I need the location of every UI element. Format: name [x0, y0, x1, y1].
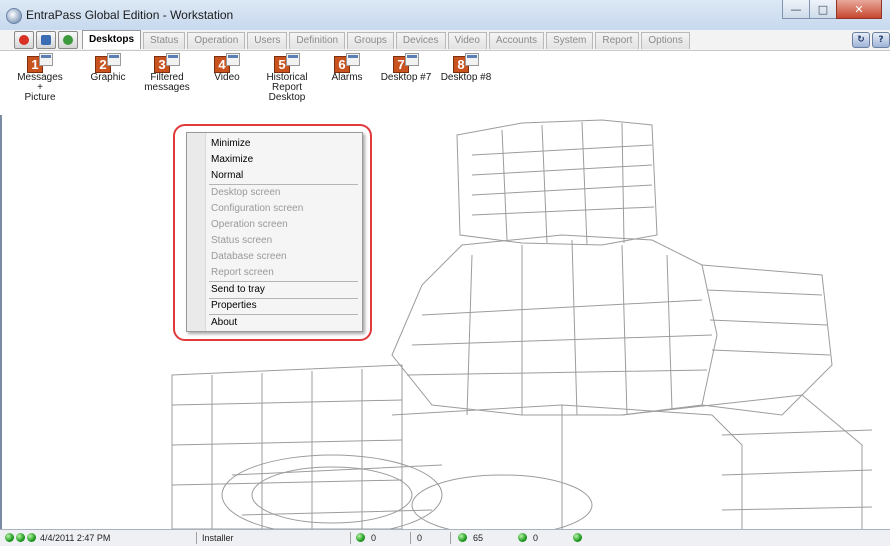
menu-item-send-to-tray[interactable]: Send to tray	[211, 284, 265, 295]
tab-system[interactable]: System	[546, 32, 594, 49]
tab-devices[interactable]: Devices	[395, 32, 446, 49]
status-count-b: 0	[417, 533, 423, 543]
desktop-label: Video	[214, 72, 240, 83]
connection-icon[interactable]: ↻	[852, 32, 870, 48]
desktop-button-7[interactable]: 7 Desktop #7	[378, 53, 434, 83]
app-icon[interactable]	[6, 8, 22, 24]
status-divider	[196, 532, 197, 544]
maximize-window-button[interactable]: □	[809, 0, 837, 19]
desktop-icon: 3	[154, 53, 180, 73]
desktop-label: Messages + Picture	[17, 72, 63, 103]
status-led-icon	[356, 533, 365, 542]
status-led-icon	[458, 533, 467, 542]
menu-item-about[interactable]: About	[211, 317, 237, 328]
menu-item-maximize[interactable]: Maximize	[211, 154, 253, 165]
tab-desktops[interactable]: Desktops	[82, 30, 142, 49]
status-divider	[350, 532, 351, 544]
desktop-icon: 8	[453, 53, 479, 73]
window-controls: — □ ✕	[782, 0, 882, 19]
tab-status[interactable]: Status	[143, 32, 186, 49]
status-led-icon	[518, 533, 527, 542]
tab-users[interactable]: Users	[247, 32, 288, 49]
menu-item-desktop-screen: Desktop screen	[211, 187, 281, 198]
menu-separator	[209, 281, 358, 282]
desktop-icon: 4	[214, 53, 240, 73]
building-sketch-background	[171, 119, 873, 529]
status-count-c: 65	[473, 533, 484, 543]
menu-separator	[209, 298, 358, 299]
desktops-ribbon: 1 Messages + Picture 2 Graphic 3 Filtere…	[0, 50, 890, 116]
ribbon-toolbar: Desktops Status Operation Users Definiti…	[0, 30, 890, 116]
desktop-label: Alarms	[331, 72, 363, 83]
title-bar: EntraPass Global Edition - Workstation —…	[0, 0, 890, 31]
menu-item-normal[interactable]: Normal	[211, 170, 243, 181]
status-led-icon	[16, 533, 25, 542]
status-divider	[450, 532, 451, 544]
status-led-icon	[573, 533, 582, 542]
menu-separator	[209, 184, 358, 185]
menu-icon-gutter	[187, 133, 206, 331]
status-led-icon	[5, 533, 14, 542]
workspace-area[interactable]	[0, 115, 890, 529]
tab-options[interactable]: Options	[641, 32, 690, 49]
desktop-button-6[interactable]: 6 Alarms	[330, 53, 364, 83]
desktop-button-3[interactable]: 3 Filtered messages	[144, 53, 190, 93]
tab-operation[interactable]: Operation	[187, 32, 246, 49]
menu-item-report-screen: Report screen	[211, 267, 274, 278]
desktop-button-8[interactable]: 8 Desktop #8	[438, 53, 494, 83]
desktop-label: Graphic	[90, 72, 126, 83]
desktop-icon: 1	[27, 53, 53, 73]
desktop-icon: 2	[95, 53, 121, 73]
desktop-icon: 6	[334, 53, 360, 73]
desktop-icon: 7	[393, 53, 419, 73]
monitor-button[interactable]	[36, 31, 56, 49]
status-divider	[410, 532, 411, 544]
tab-accounts[interactable]: Accounts	[488, 32, 545, 49]
power-button[interactable]	[14, 31, 34, 49]
tab-definition[interactable]: Definition	[289, 32, 346, 49]
power-icon	[19, 35, 29, 45]
desktop-button-1[interactable]: 1 Messages + Picture	[17, 53, 63, 103]
status-bar: 4/4/2011 2:47 PM Installer 0 0 65 0	[0, 529, 890, 546]
tab-video[interactable]: Video	[447, 32, 487, 49]
tab-groups[interactable]: Groups	[347, 32, 394, 49]
menu-item-database-screen: Database screen	[211, 251, 287, 262]
menu-item-configuration-screen: Configuration screen	[211, 203, 304, 214]
desktop-label: Desktop #7	[380, 72, 432, 83]
status-led-icon	[27, 533, 36, 542]
menu-item-status-screen: Status screen	[211, 235, 273, 246]
refresh-button[interactable]	[58, 31, 78, 49]
tab-report[interactable]: Report	[595, 32, 640, 49]
toolbar-right-icons: ↻ ?	[850, 32, 890, 48]
monitor-icon	[41, 35, 51, 45]
minimize-window-button[interactable]: —	[782, 0, 810, 19]
close-window-button[interactable]: ✕	[836, 0, 882, 19]
context-menu: Minimize Maximize Normal Desktop screen …	[186, 132, 363, 332]
desktop-button-5[interactable]: 5 Historical Report Desktop	[266, 53, 308, 103]
status-datetime: 4/4/2011 2:47 PM	[40, 533, 111, 543]
status-count-d: 0	[533, 533, 539, 543]
desktop-label: Filtered messages	[144, 72, 190, 93]
menu-item-properties[interactable]: Properties	[211, 300, 257, 311]
desktop-label: Desktop #8	[440, 72, 492, 83]
menu-item-minimize[interactable]: Minimize	[211, 138, 250, 149]
menu-item-operation-screen: Operation screen	[211, 219, 288, 230]
status-count-a: 0	[371, 533, 377, 543]
tab-bar: Desktops Status Operation Users Definiti…	[14, 30, 692, 49]
help-icon[interactable]: ?	[872, 32, 890, 48]
desktop-button-2[interactable]: 2 Graphic	[90, 53, 126, 83]
desktop-icon: 5	[274, 53, 300, 73]
refresh-icon	[63, 35, 73, 45]
menu-separator	[209, 314, 358, 315]
desktop-label: Historical Report Desktop	[266, 72, 308, 103]
desktop-button-4[interactable]: 4 Video	[212, 53, 242, 83]
window-title: EntraPass Global Edition - Workstation	[26, 8, 234, 22]
status-user: Installer	[202, 533, 234, 543]
